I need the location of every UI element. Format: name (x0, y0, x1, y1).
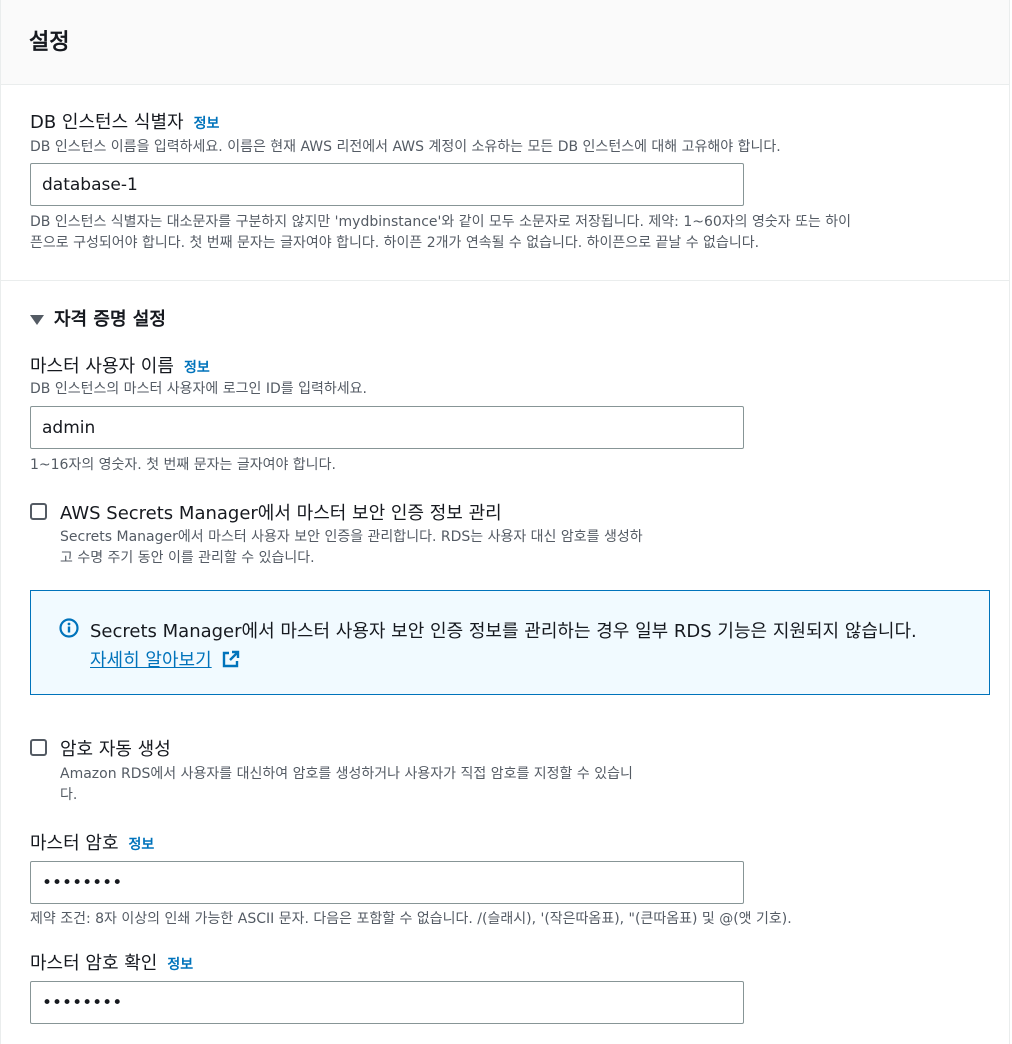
secrets-manager-checkbox[interactable] (30, 503, 47, 520)
db-identifier-label-row: DB 인스턴스 식별자 정보 (30, 108, 219, 134)
secrets-manager-description-1: Secrets Manager에서 마스터 사용자 보안 인증을 관리합니다. … (60, 529, 643, 545)
info-alert-text: Secrets Manager에서 마스터 사용자 보안 인증 정보를 관리하는… (90, 621, 917, 642)
master-username-description: DB 인스턴스의 마스터 사용자에 로그인 ID를 입력하세요. (30, 381, 367, 397)
master-password-input[interactable] (30, 861, 744, 904)
auto-generate-password-label: 암호 자동 생성 (60, 739, 171, 760)
db-identifier-input[interactable] (30, 163, 744, 206)
learn-more-row: 자세히 알아보기 (90, 646, 241, 672)
caret-down-icon (30, 315, 44, 325)
db-identifier-label: DB 인스턴스 식별자 (30, 112, 184, 133)
confirm-password-label-row: 마스터 암호 확인 정보 (30, 949, 193, 975)
secrets-manager-description-2: 고 수명 주기 동안 이를 관리할 수 있습니다. (60, 550, 315, 566)
db-identifier-description: DB 인스턴스 이름을 입력하세요. 이름은 현재 AWS 리전에서 AWS 계… (30, 139, 781, 155)
confirm-password-label: 마스터 암호 확인 (30, 953, 158, 974)
master-password-info-link[interactable]: 정보 (129, 837, 155, 853)
credentials-section-toggle[interactable]: 자격 증명 설정 (30, 305, 166, 331)
master-password-label: 마스터 암호 (30, 833, 119, 854)
master-username-label: 마스터 사용자 이름 (30, 356, 174, 377)
master-password-label-row: 마스터 암호 정보 (30, 829, 154, 855)
master-username-info-link[interactable]: 정보 (184, 360, 210, 376)
panel-title: 설정 (29, 30, 70, 55)
info-alert: Secrets Manager에서 마스터 사용자 보안 인증 정보를 관리하는… (30, 590, 990, 695)
db-identifier-info-link[interactable]: 정보 (194, 116, 220, 132)
db-identifier-constraint-1: DB 인스턴스 식별자는 대소문자를 구분하지 않지만 'mydbinstanc… (30, 214, 852, 230)
secrets-manager-label: AWS Secrets Manager에서 마스터 보안 인증 정보 관리 (60, 503, 502, 524)
auto-generate-description-1: Amazon RDS에서 사용자를 대신하여 암호를 생성하거나 사용자가 직접… (60, 766, 633, 782)
master-username-input[interactable] (30, 406, 744, 449)
master-username-constraint: 1~16자의 영숫자. 첫 번째 문자는 글자여야 합니다. (30, 457, 336, 473)
master-username-label-row: 마스터 사용자 이름 정보 (30, 352, 210, 378)
external-link-icon[interactable] (221, 649, 241, 669)
master-password-constraint: 제약 조건: 8자 이상의 인쇄 가능한 ASCII 문자. 다음은 포함할 수… (30, 911, 792, 927)
auto-generate-password-checkbox[interactable] (30, 739, 47, 756)
credentials-section-title: 자격 증명 설정 (54, 309, 166, 330)
db-identifier-constraint-2: 픈으로 구성되어야 합니다. 첫 번째 문자는 글자여야 합니다. 하이픈 2개… (30, 235, 760, 251)
info-circle-icon (59, 618, 79, 638)
settings-panel: 설정 DB 인스턴스 식별자 정보 DB 인스턴스 이름을 입력하세요. 이름은 … (0, 0, 1010, 1044)
confirm-password-input[interactable] (30, 981, 744, 1024)
confirm-password-info-link[interactable]: 정보 (167, 957, 193, 973)
panel-header: 설정 (1, 0, 1009, 85)
learn-more-link[interactable]: 자세히 알아보기 (90, 650, 212, 671)
auto-generate-description-2: 다. (60, 787, 78, 803)
section-divider (1, 280, 1009, 281)
